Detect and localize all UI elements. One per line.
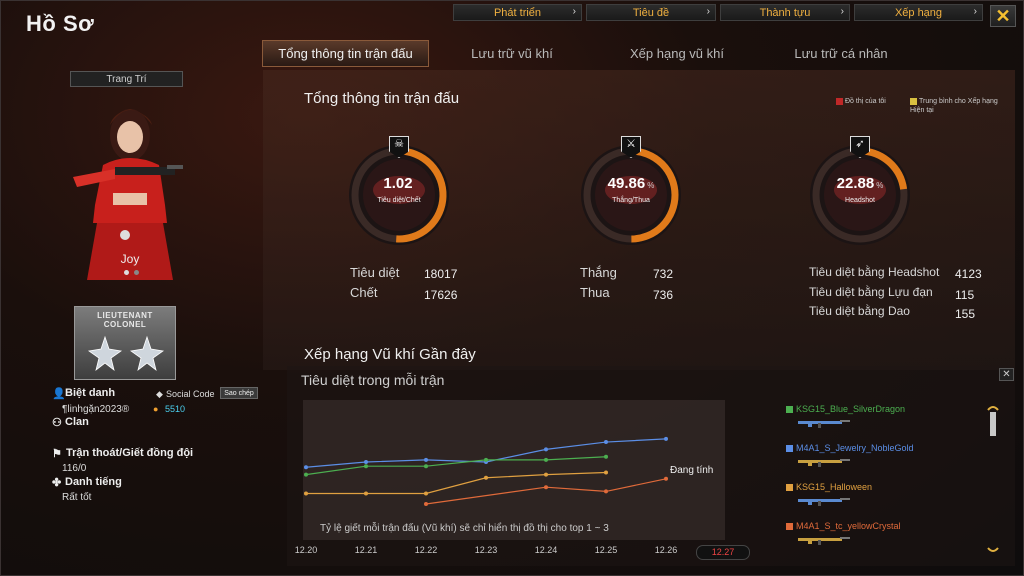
data-point: [484, 457, 488, 462]
series-line: [306, 471, 607, 495]
weapon-name[interactable]: KSG15_Blue_SilverDragon: [796, 404, 905, 414]
series-line: [425, 478, 667, 505]
weapon-icon: [798, 459, 850, 467]
data-point: [664, 476, 668, 481]
weapon-icon: [798, 420, 850, 428]
data-point: [544, 472, 548, 477]
scrollbar[interactable]: [986, 404, 1000, 554]
data-point: [484, 475, 488, 480]
weapon-name[interactable]: KSG15_Halloween: [796, 482, 872, 492]
x-tick-label: 12.22: [414, 545, 438, 555]
data-point: [424, 491, 428, 496]
series-line: [305, 456, 607, 476]
data-point: [304, 472, 308, 477]
x-tick-label: 12.23: [474, 545, 498, 555]
x-tick-label: 12.26: [654, 545, 678, 555]
x-tick-label: 12.25: [594, 545, 618, 555]
x-tick-label: 12.24: [534, 545, 558, 555]
legend-color-swatch: [786, 406, 793, 413]
weapon-name[interactable]: M4A1_S_Jewelry_NobleGold: [796, 443, 914, 453]
data-point: [364, 491, 368, 496]
weapon-icon: [798, 498, 850, 506]
data-point: [604, 470, 608, 475]
x-tick-label: 12.21: [354, 545, 378, 555]
legend-color-swatch: [786, 484, 793, 491]
data-point: [604, 440, 608, 445]
legend-color-swatch: [786, 445, 793, 452]
data-point: [544, 457, 548, 462]
data-point: [364, 464, 368, 469]
chart-note: Tỷ lệ giết mỗi trận đấu (Vũ khí) sẽ chỉ …: [320, 523, 609, 534]
data-point: [424, 502, 428, 506]
data-point: [304, 465, 308, 470]
data-point: [424, 457, 428, 462]
data-point: [544, 485, 548, 490]
data-point: [664, 436, 668, 441]
x-tick-label: 12.20: [294, 545, 318, 555]
data-point: [544, 447, 548, 452]
x-label-current: 12.27: [696, 545, 750, 560]
data-point: [304, 491, 308, 496]
weapon-icon: [798, 537, 850, 545]
data-point: [604, 454, 608, 459]
data-point: [424, 464, 428, 469]
data-point: [364, 460, 368, 464]
data-point: [604, 489, 608, 494]
calculating-status: Đang tính: [670, 465, 714, 476]
legend-color-swatch: [786, 523, 793, 530]
weapon-name[interactable]: M4A1_S_tc_yellowCrystal: [796, 521, 901, 531]
